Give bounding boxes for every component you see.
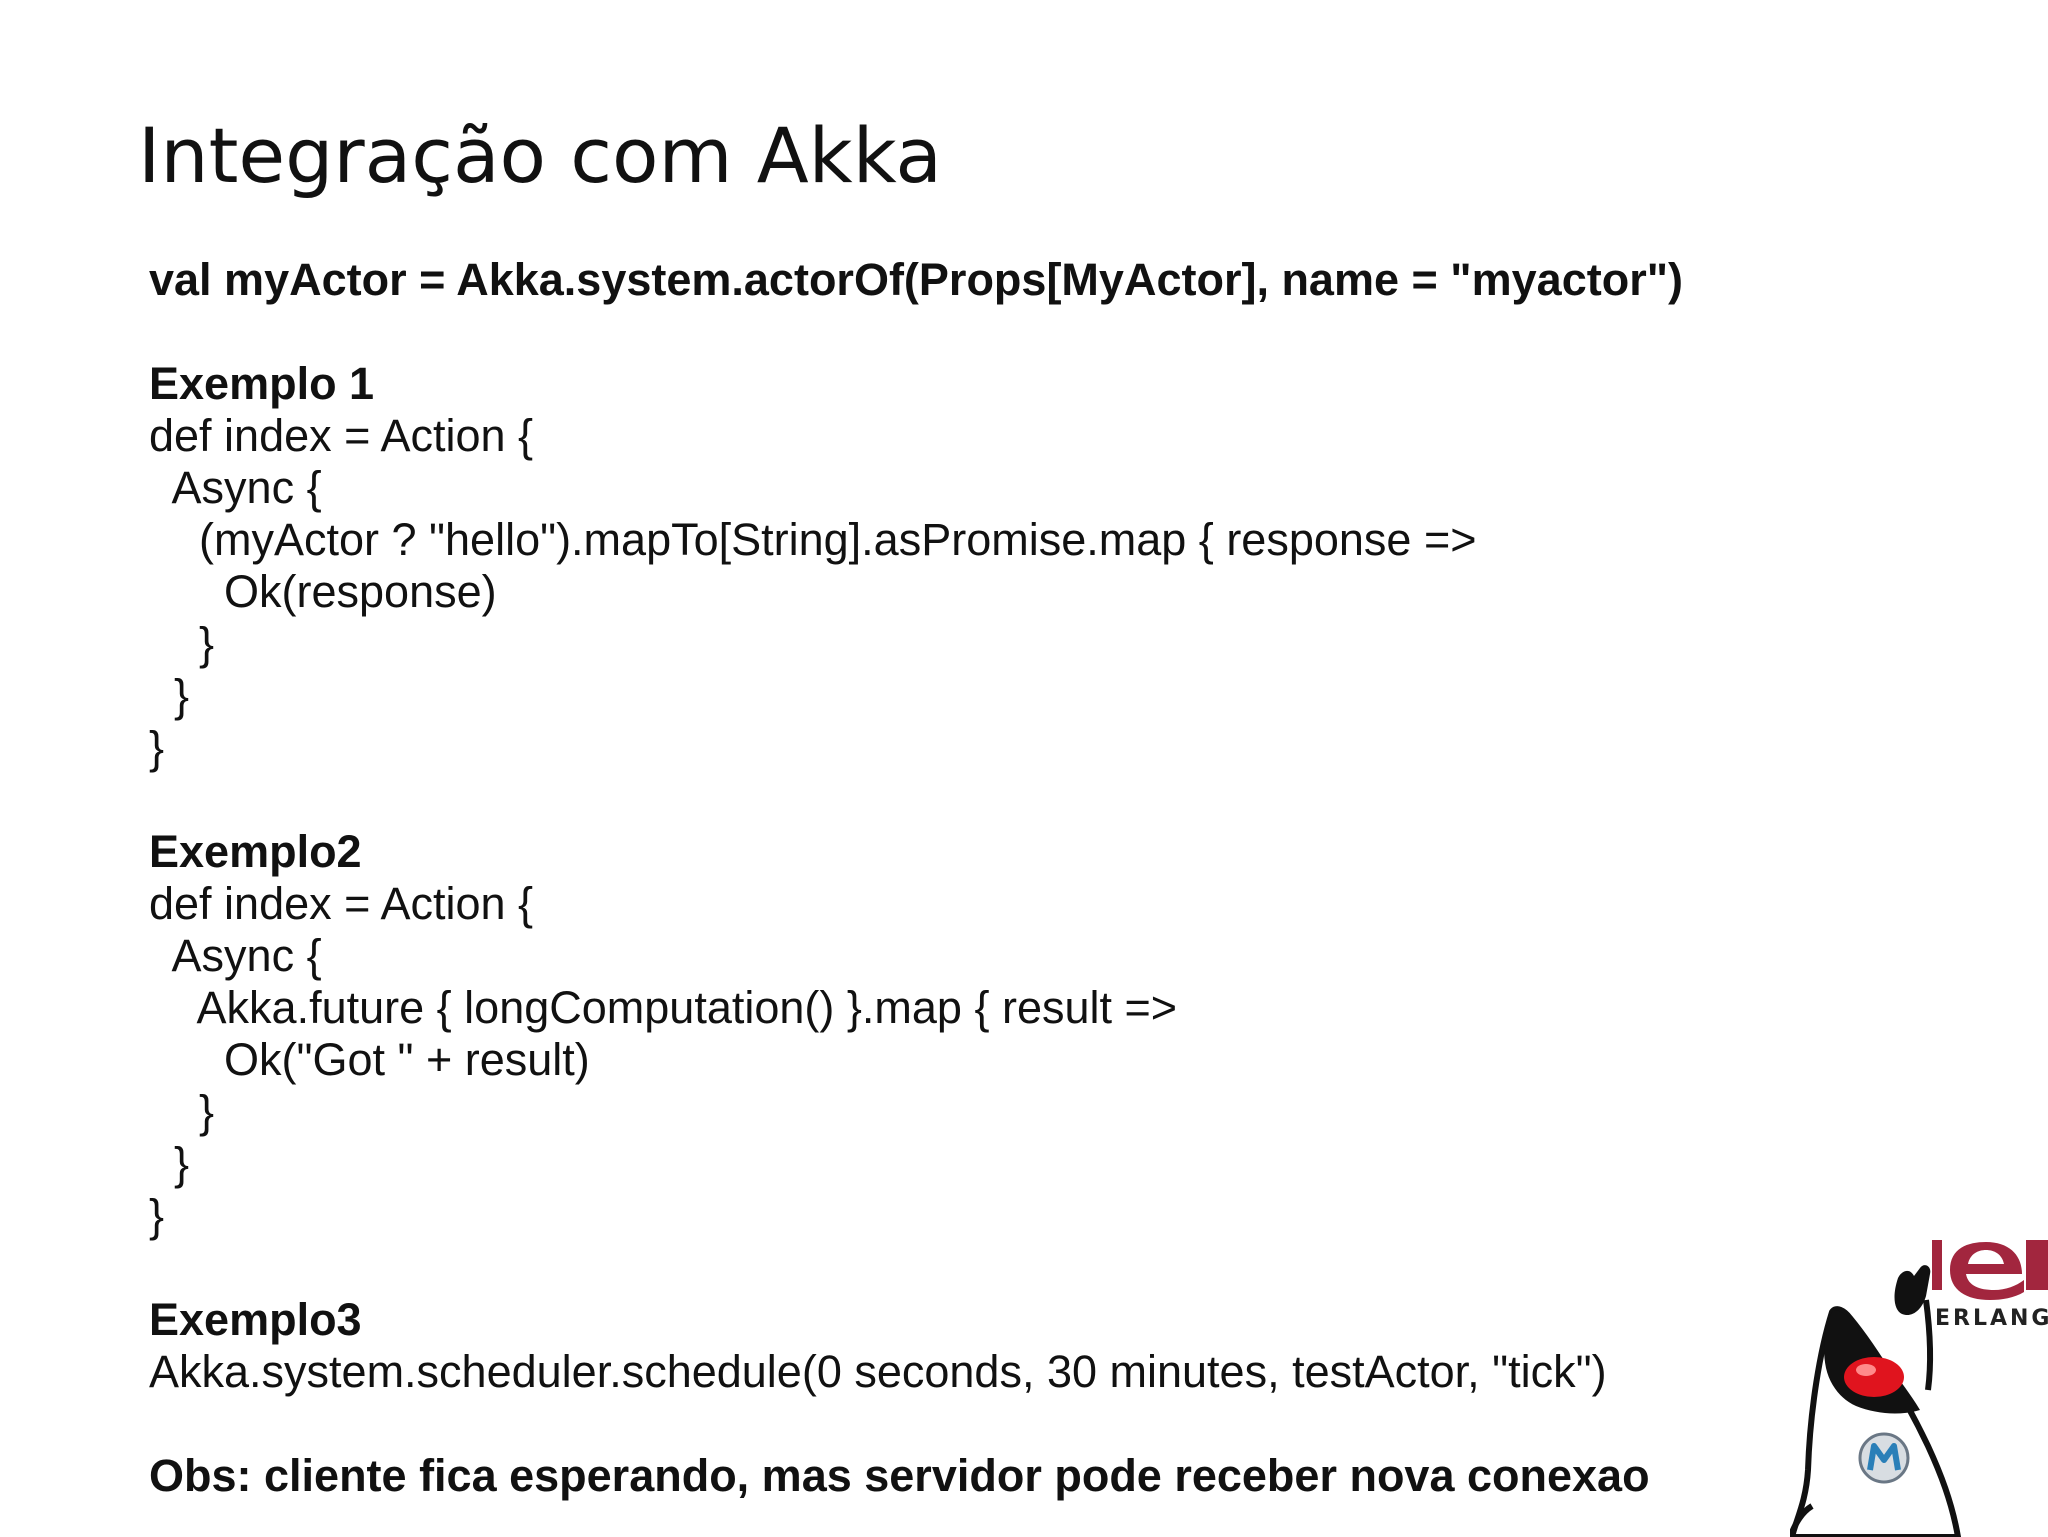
code-line: } [149, 618, 215, 669]
code-line: Ok(response) [149, 566, 497, 617]
code-line: } [149, 722, 165, 773]
code-line: } [149, 1138, 190, 1189]
code-line: } [149, 1086, 215, 1137]
heading-line: Exemplo 1 [149, 358, 375, 409]
slide-title: Integração com Akka [138, 111, 942, 200]
slide-body: val myActor = Akka.system.actorOf(Props[… [149, 254, 1769, 1502]
erlang-label: ERLANG [1935, 1306, 2048, 1331]
code-line: } [149, 670, 190, 721]
badge-icon [1858, 1432, 1910, 1484]
erlang-e-icon [1932, 1240, 2048, 1300]
code-line: def index = Action { [149, 410, 534, 461]
heading-line: Obs: cliente fica esperando, mas servido… [149, 1450, 1650, 1501]
code-line: (myActor ? "hello").mapTo[String].asProm… [149, 514, 1477, 565]
code-line: Async { [149, 930, 322, 981]
heading-line: val myActor = Akka.system.actorOf(Props[… [149, 254, 1684, 305]
erlang-duke-logo: ERLANG [1790, 1240, 2048, 1537]
code-line: Async { [149, 462, 322, 513]
code-line: Akka.future { longComputation() }.map { … [149, 982, 1178, 1033]
code-line: Akka.system.scheduler.schedule(0 seconds… [149, 1346, 1607, 1397]
heading-line: Exemplo2 [149, 826, 362, 877]
duke-mascot-icon [1790, 1265, 1962, 1537]
code-line: def index = Action { [149, 878, 534, 929]
code-line: } [149, 1190, 165, 1241]
heading-line: Exemplo3 [149, 1294, 362, 1345]
code-line: Ok("Got " + result) [149, 1034, 590, 1085]
